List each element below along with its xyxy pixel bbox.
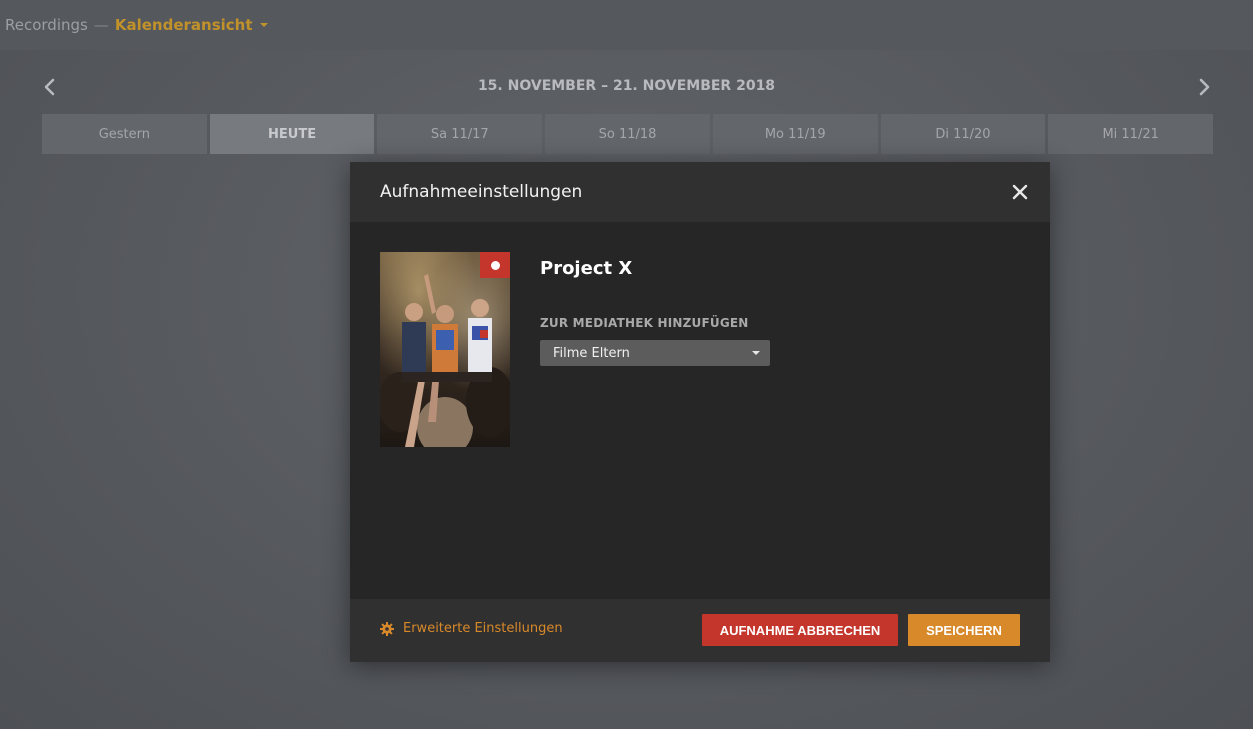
library-select[interactable]: Filme Eltern bbox=[540, 340, 770, 366]
save-button[interactable]: SPEICHERN bbox=[908, 614, 1020, 646]
view-switcher-label: Kalenderansicht bbox=[114, 16, 253, 34]
library-label: ZUR MEDIATHEK HINZUFÜGEN bbox=[540, 316, 749, 330]
view-switcher[interactable]: Kalenderansicht bbox=[115, 16, 268, 34]
recording-settings-dialog: Aufnahmeeinstellungen Project X ZUR MEDI… bbox=[350, 162, 1050, 662]
breadcrumb-section[interactable]: Recordings bbox=[5, 16, 88, 34]
recording-badge bbox=[480, 252, 510, 278]
dialog-title: Aufnahmeeinstellungen bbox=[380, 182, 583, 202]
day-tab-gestern[interactable]: Gestern bbox=[42, 114, 207, 154]
chevron-right-icon[interactable] bbox=[1194, 77, 1214, 97]
library-select-value: Filme Eltern bbox=[553, 345, 630, 361]
day-tab-sa[interactable]: Sa 11/17 bbox=[377, 114, 543, 154]
day-tabs: Gestern HEUTE Sa 11/17 So 11/18 Mo 11/19… bbox=[42, 114, 1214, 154]
record-dot-icon bbox=[490, 260, 500, 270]
dialog-footer: Erweiterte Einstellungen AUFNAHME ABBREC… bbox=[350, 599, 1050, 662]
date-range-title: 15. NOVEMBER – 21. NOVEMBER 2018 bbox=[477, 78, 776, 94]
caret-down-icon bbox=[259, 23, 268, 27]
item-title: Project X bbox=[540, 258, 633, 279]
advanced-settings-link[interactable]: Erweiterte Einstellungen bbox=[380, 621, 563, 636]
dialog-header: Aufnahmeeinstellungen bbox=[350, 162, 1050, 222]
top-bar: Recordings — Kalenderansicht bbox=[0, 0, 1253, 50]
day-tab-so[interactable]: So 11/18 bbox=[545, 114, 710, 154]
day-tab-mi[interactable]: Mi 11/21 bbox=[1048, 114, 1214, 154]
day-tab-mo[interactable]: Mo 11/19 bbox=[712, 114, 878, 154]
chevron-down-icon bbox=[752, 351, 760, 355]
advanced-settings-label: Erweiterte Einstellungen bbox=[403, 621, 563, 636]
close-icon[interactable] bbox=[1010, 182, 1030, 202]
day-tab-heute[interactable]: HEUTE bbox=[209, 114, 375, 154]
page: Recordings — Kalenderansicht 15. NOVEMBE… bbox=[0, 0, 1253, 729]
poster-image bbox=[380, 252, 510, 447]
cancel-recording-button[interactable]: AUFNAHME ABBRECHEN bbox=[702, 614, 898, 646]
breadcrumb-separator: — bbox=[93, 16, 109, 34]
day-tab-di[interactable]: Di 11/20 bbox=[880, 114, 1046, 154]
gear-icon bbox=[380, 621, 394, 636]
